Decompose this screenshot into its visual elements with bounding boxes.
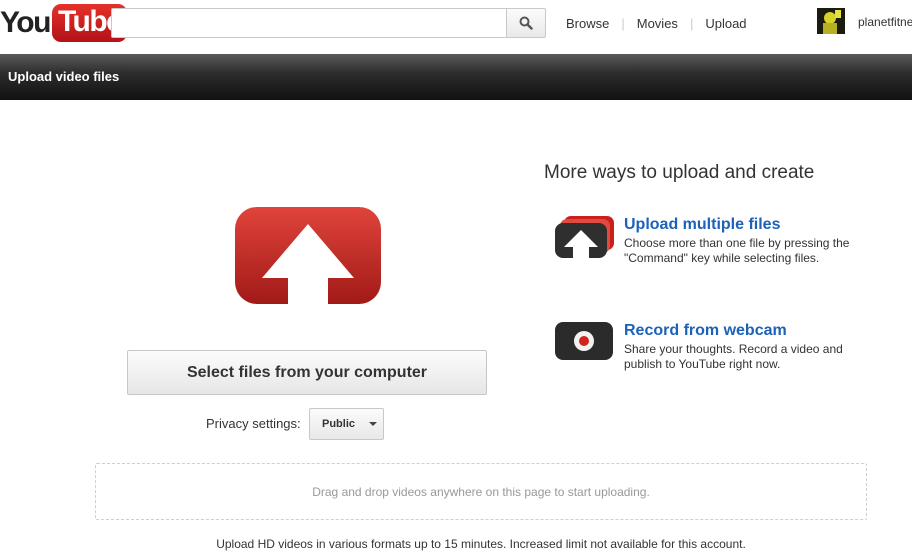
nav-upload[interactable]: Upload [705,16,746,31]
search-icon [519,16,533,30]
logo-you-text: You [0,6,51,39]
avatar[interactable] [817,8,845,34]
privacy-settings-label: Privacy settings: [206,416,301,431]
avatar-image [817,8,845,34]
privacy-dropdown[interactable]: Public [309,408,384,440]
drag-drop-zone[interactable]: Drag and drop videos anywhere on this pa… [95,463,867,520]
search-input[interactable] [111,8,507,38]
nav-browse[interactable]: Browse [566,16,609,31]
privacy-value: Public [322,418,356,430]
upload-multiple-description: Choose more than one file by pressing th… [624,236,850,265]
username[interactable]: planetfitne [858,15,912,29]
record-webcam-link[interactable]: Record from webcam [624,322,787,340]
nav-movies[interactable]: Movies [637,16,678,31]
upload-multiple-icon [555,216,614,258]
nav-separator: | [689,16,694,31]
select-files-button[interactable]: Select files from your computer [127,350,487,395]
nav-separator: | [621,16,625,31]
record-webcam-description: Share your thoughts. Record a video and … [624,342,843,371]
chevron-down-icon [369,422,378,426]
page-title-bar: Upload video files [0,54,912,100]
webcam-record-icon [555,322,613,360]
upload-multiple-link[interactable]: Upload multiple files [624,216,780,234]
search-button[interactable] [506,8,546,38]
drag-drop-text: Drag and drop videos anywhere on this pa… [312,484,650,499]
upload-limit-note: Upload HD videos in various formats up t… [216,537,746,551]
upload-arrow-icon [235,207,381,304]
youtube-logo[interactable]: You Tube [0,4,128,42]
big-upload-icon[interactable] [234,206,382,311]
top-header: You Tube Browse | Movies | Upload planet… [0,0,912,54]
top-nav: Browse | Movies | Upload [566,16,747,31]
page-title: Upload video files [8,69,120,84]
more-ways-heading: More ways to upload and create [544,162,815,183]
